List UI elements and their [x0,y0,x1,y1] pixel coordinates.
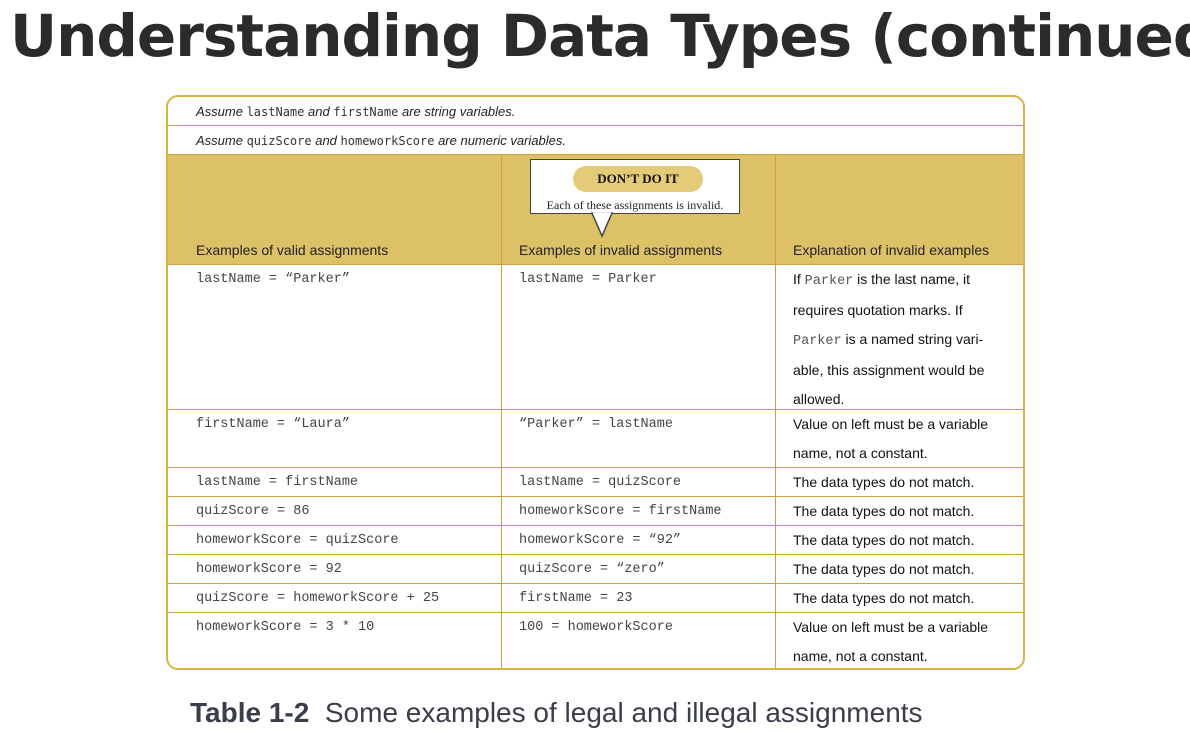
callout-pointer-icon [591,212,613,238]
explanation: Value on left must be a variable name, n… [793,416,989,461]
note-code: lastName [246,105,305,119]
header-cell-explanation: Explanation of invalid examples [776,155,1023,264]
invalid-example: lastName = Parker [502,265,776,409]
valid-example: lastName = firstName [168,468,502,496]
invalid-example: quizScore = “zero” [502,555,776,583]
caption-label: Table 1-2 [190,697,310,728]
slide-title: Understanding Data Types (continued) [10,2,1190,70]
invalid-example: lastName = quizScore [502,468,776,496]
invalid-example: homeworkScore = firstName [502,497,776,525]
note-text: and [304,104,334,119]
table-row: homeworkScore = 3 * 10 100 = homeworkSco… [168,613,1023,668]
table-row: lastName = “Parker” lastName = Parker If… [168,265,1023,410]
invalid-example: firstName = 23 [502,584,776,612]
invalid-example: homeworkScore = “92” [502,526,776,554]
table-note: Assume quizScore and homeworkScore are n… [168,126,1023,155]
header-label: Examples of invalid assignments [519,242,723,258]
valid-example: homeworkScore = 92 [168,555,502,583]
note-code: quizScore [246,134,312,148]
header-cell-valid: Examples of valid assignments [168,155,502,264]
callout-badge: DON’T DO IT [573,166,703,192]
valid-example: homeworkScore = 3 * 10 [168,613,502,668]
explanation: Value on left must be a variable name, n… [793,619,989,664]
header-label: Explanation of invalid examples [793,242,990,258]
valid-example: quizScore = 86 [168,497,502,525]
valid-example: quizScore = homeworkScore + 25 [168,584,502,612]
invalid-example: “Parker” = lastName [502,410,776,467]
valid-example: firstName = “Laura” [168,410,502,467]
callout-text: Each of these assignments is invalid. [546,198,724,212]
valid-example: homeworkScore = quizScore [168,526,502,554]
note-text: are numeric variables. [434,133,566,148]
note-text: Assume [196,133,247,148]
table-note: Assume lastName and firstName are string… [168,97,1023,126]
note-code: firstName [333,105,399,119]
header-label: Examples of valid assignments [196,242,389,258]
table-caption: Table 1-2 Some examples of legal and ill… [190,697,923,729]
dont-do-it-callout: DON’T DO IT Each of these assignments is… [530,159,740,214]
invalid-example: 100 = homeworkScore [502,613,776,668]
explanation: If Parker is the last name, it requires … [793,271,985,407]
note-text: and [311,133,341,148]
caption-text: Some examples of legal and illegal assig… [324,697,923,728]
note-text: are string variables. [398,104,516,119]
table-row: firstName = “Laura” “Parker” = lastName … [168,410,1023,468]
note-code: homeworkScore [340,134,435,148]
note-text: Assume [196,104,247,119]
valid-example: lastName = “Parker” [168,265,502,409]
